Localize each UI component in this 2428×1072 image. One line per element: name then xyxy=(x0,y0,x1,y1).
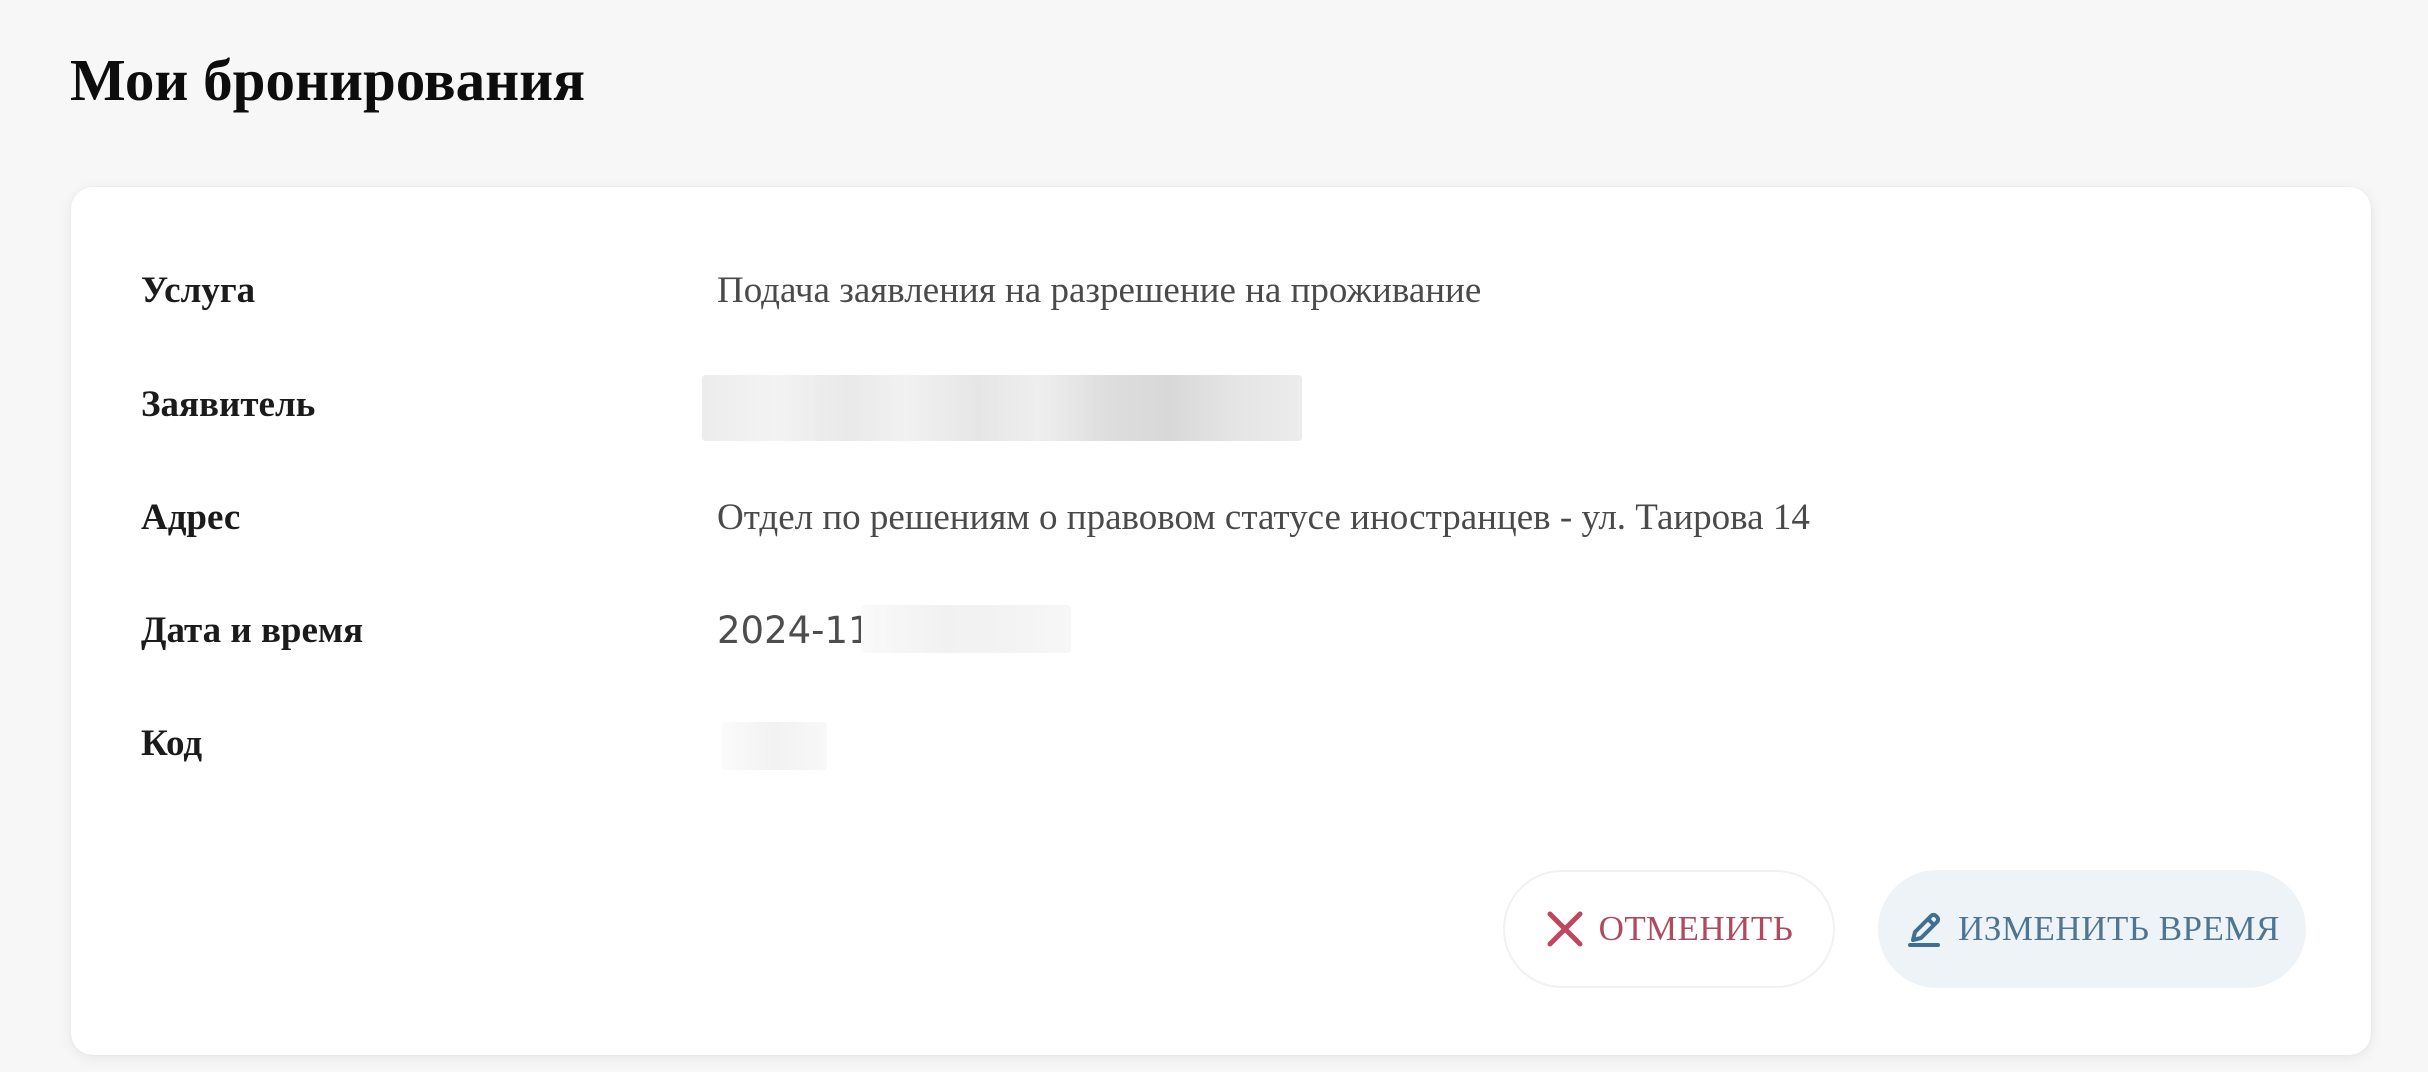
booking-card: Услуга Подача заявления на разрешение на… xyxy=(71,187,2371,1055)
change-time-button-label: ИЗМЕНИТЬ ВРЕМЯ xyxy=(1958,909,2280,948)
close-icon xyxy=(1545,909,1585,949)
applicant-value-redacted xyxy=(702,375,1302,441)
address-label: Адрес xyxy=(141,497,241,538)
pencil-icon xyxy=(1904,909,1944,949)
applicant-row: Заявитель xyxy=(141,375,2301,441)
service-label: Услуга xyxy=(141,270,256,311)
datetime-value: 2024-11 xyxy=(717,609,872,652)
code-row: Код xyxy=(141,714,2301,774)
cancel-button-label: ОТМЕНИТЬ xyxy=(1598,909,1794,948)
service-row: Услуга Подача заявления на разрешение на… xyxy=(141,261,2301,321)
address-value: Отдел по решениям о правовом статусе ино… xyxy=(717,497,1810,538)
page-title: Мои бронирования xyxy=(70,47,586,113)
applicant-label: Заявитель xyxy=(141,384,316,425)
cancel-button[interactable]: ОТМЕНИТЬ xyxy=(1503,870,1835,988)
datetime-row: Дата и время 2024-11 xyxy=(141,601,2301,661)
datetime-value-redacted xyxy=(861,605,1071,653)
code-value-redacted xyxy=(721,722,827,770)
change-time-button[interactable]: ИЗМЕНИТЬ ВРЕМЯ xyxy=(1878,870,2306,988)
datetime-label: Дата и время xyxy=(141,610,364,651)
address-row: Адрес Отдел по решениям о правовом стату… xyxy=(141,488,2301,548)
service-value: Подача заявления на разрешение на прожив… xyxy=(717,270,1482,311)
code-label: Код xyxy=(141,723,203,764)
